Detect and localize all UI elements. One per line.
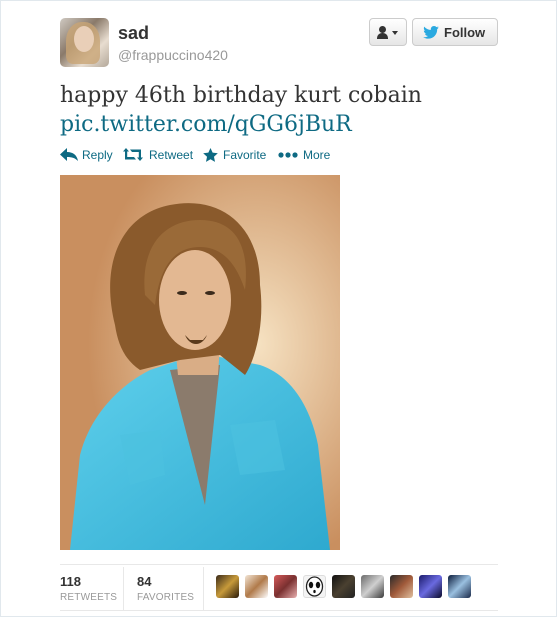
favoriter-avatar[interactable]: [361, 575, 384, 598]
dots-icon: [278, 152, 298, 158]
more-label: More: [303, 148, 331, 162]
photo-illustration: [60, 175, 340, 550]
avatar-face: [74, 26, 94, 52]
stats-top-divider: [60, 564, 498, 565]
retweets-count[interactable]: 118: [60, 574, 81, 589]
stats-separator-1: [123, 567, 124, 611]
twitter-bird-icon: [423, 26, 439, 39]
favorite-label: Favorite: [223, 148, 267, 162]
favoriter-avatar[interactable]: [390, 575, 413, 598]
favoriter-avatar[interactable]: [303, 575, 326, 598]
favoriter-avatar[interactable]: [448, 575, 471, 598]
favoriter-avatar[interactable]: [216, 575, 239, 598]
stats-separator-2: [203, 567, 204, 611]
caret-down-icon: [392, 31, 398, 35]
favorites-label: FAVORITES: [137, 592, 195, 603]
reply-icon: [60, 148, 78, 161]
stats-bottom-divider: [60, 610, 498, 611]
tweet-media-link[interactable]: pic.twitter.com/qGG6jBuR: [60, 110, 422, 139]
retweet-icon: [123, 148, 143, 161]
tweet-text-line: happy 46th birthday kurt cobain: [60, 83, 422, 108]
retweets-label: RETWEETS: [60, 592, 118, 603]
favoriter-avatar[interactable]: [274, 575, 297, 598]
user-fullname[interactable]: sad: [118, 23, 149, 44]
favoriter-avatar[interactable]: [419, 575, 442, 598]
retweet-label: Retweet: [149, 148, 194, 162]
user-icon: [379, 26, 386, 33]
follow-button[interactable]: Follow: [412, 18, 498, 46]
favoriter-avatar[interactable]: [245, 575, 268, 598]
user-avatar[interactable]: [60, 18, 109, 67]
follow-label: Follow: [444, 25, 486, 40]
user-icon-body: [377, 33, 388, 39]
user-actions-dropdown-button[interactable]: [369, 18, 407, 46]
favoriter-avatar[interactable]: [332, 575, 355, 598]
reply-label: Reply: [82, 148, 113, 162]
favorites-count[interactable]: 84: [137, 574, 151, 589]
tweet-text: happy 46th birthday kurt cobain pic.twit…: [60, 81, 422, 139]
star-icon: [203, 148, 218, 162]
user-handle[interactable]: @frappuccino420: [118, 47, 228, 63]
tweet-card: sad @frappuccino420 Follow happy 46th bi…: [0, 0, 557, 617]
alien-face-icon: [305, 576, 324, 597]
tweet-photo[interactable]: [60, 175, 340, 550]
